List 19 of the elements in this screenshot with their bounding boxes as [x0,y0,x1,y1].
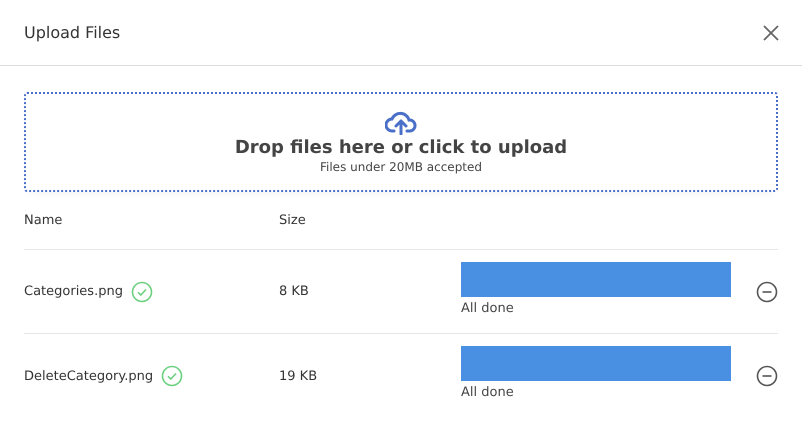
remove-button[interactable] [756,365,778,387]
close-icon [762,24,780,42]
upload-status: All done [461,301,515,316]
file-size: 8 KB [279,284,310,299]
file-size: 19 KB [279,368,318,384]
file-name: Categories.png [24,284,123,299]
column-header: Name [24,213,64,228]
dropzone-heading: Drop files here or click to upload [234,136,568,158]
file-name: DeleteCategory.png [24,368,154,384]
dropzone-hint: Files under 20MB accepted [320,160,482,174]
remove-button[interactable] [756,280,778,302]
dropzone[interactable]: Drop files here or click to upload Files under 20MB accepted [24,92,778,192]
close-button[interactable] [762,24,780,42]
cloud-upload-icon [385,110,417,134]
upload-status: All done [461,385,515,400]
dialog-title: Upload Files [24,23,120,42]
minus-circle-icon [756,365,778,387]
column-header: Size [279,213,307,228]
minus-circle-icon [756,280,778,302]
